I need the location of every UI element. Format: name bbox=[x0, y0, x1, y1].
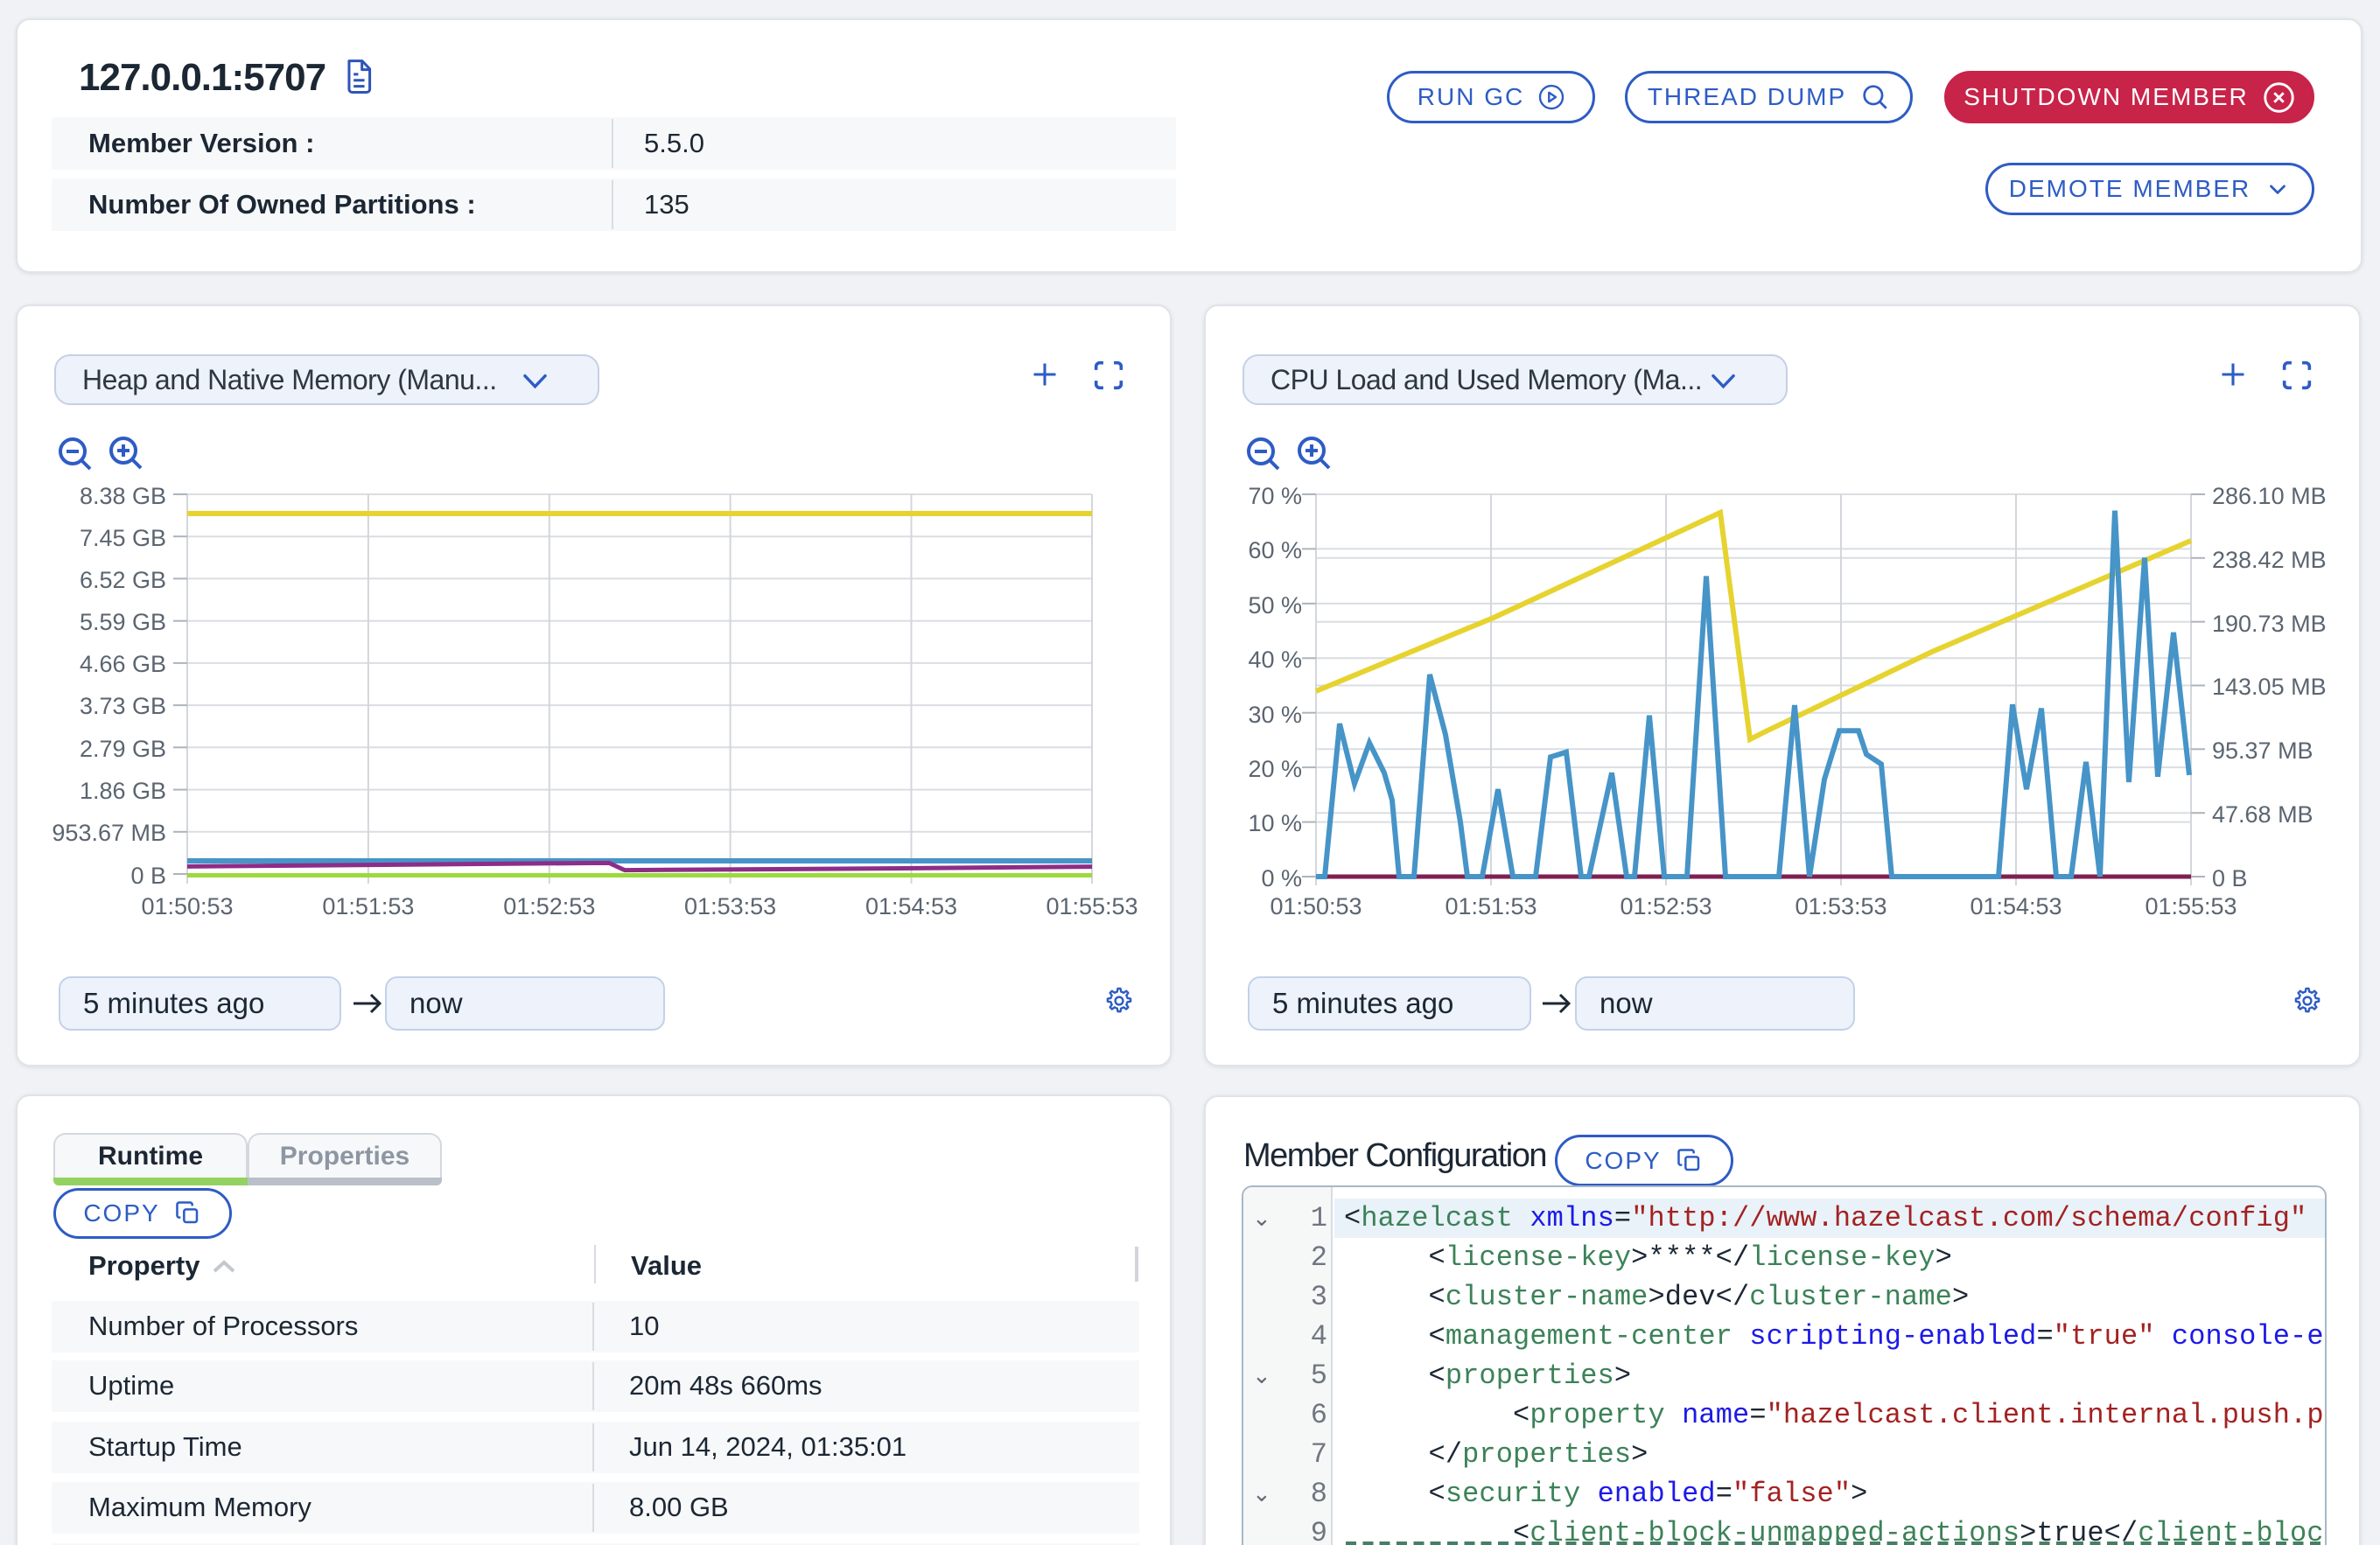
svg-text:1.86 GB: 1.86 GB bbox=[80, 778, 166, 804]
svg-text:7.45 GB: 7.45 GB bbox=[80, 525, 166, 551]
svg-text:4.66 GB: 4.66 GB bbox=[80, 651, 166, 677]
svg-text:10 %: 10 % bbox=[1248, 810, 1302, 836]
svg-text:01:53:53: 01:53:53 bbox=[684, 893, 776, 919]
svg-text:01:50:53: 01:50:53 bbox=[1270, 893, 1362, 919]
svg-text:40 %: 40 % bbox=[1248, 647, 1302, 673]
svg-text:01:55:53: 01:55:53 bbox=[1046, 893, 1138, 919]
svg-text:6.52 GB: 6.52 GB bbox=[80, 567, 166, 593]
svg-text:95.37 MB: 95.37 MB bbox=[2212, 738, 2314, 764]
svg-text:2.79 GB: 2.79 GB bbox=[80, 736, 166, 762]
svg-text:8.38 GB: 8.38 GB bbox=[80, 483, 166, 509]
svg-text:01:51:53: 01:51:53 bbox=[1445, 893, 1536, 919]
svg-text:50 %: 50 % bbox=[1248, 592, 1302, 619]
svg-text:01:53:53: 01:53:53 bbox=[1795, 893, 1886, 919]
svg-text:5.59 GB: 5.59 GB bbox=[80, 609, 166, 635]
svg-text:60 %: 60 % bbox=[1248, 537, 1302, 563]
svg-text:70 %: 70 % bbox=[1248, 483, 1302, 509]
svg-text:143.05 MB: 143.05 MB bbox=[2212, 674, 2327, 700]
svg-text:20 %: 20 % bbox=[1248, 756, 1302, 782]
svg-text:3.73 GB: 3.73 GB bbox=[80, 693, 166, 719]
svg-text:30 %: 30 % bbox=[1248, 702, 1302, 728]
svg-text:953.67 MB: 953.67 MB bbox=[52, 820, 166, 846]
svg-text:01:54:53: 01:54:53 bbox=[1970, 893, 2062, 919]
svg-text:0 B: 0 B bbox=[130, 863, 166, 889]
svg-text:190.73 MB: 190.73 MB bbox=[2212, 611, 2327, 637]
svg-text:47.68 MB: 47.68 MB bbox=[2212, 801, 2314, 828]
svg-text:286.10 MB: 286.10 MB bbox=[2212, 483, 2327, 509]
svg-text:0 %: 0 % bbox=[1261, 865, 1302, 891]
svg-text:01:55:53: 01:55:53 bbox=[2145, 893, 2236, 919]
svg-text:01:50:53: 01:50:53 bbox=[141, 893, 233, 919]
svg-text:0 B: 0 B bbox=[2212, 865, 2248, 891]
svg-text:01:54:53: 01:54:53 bbox=[865, 893, 957, 919]
svg-text:238.42 MB: 238.42 MB bbox=[2212, 547, 2327, 573]
svg-text:01:51:53: 01:51:53 bbox=[322, 893, 414, 919]
svg-text:01:52:53: 01:52:53 bbox=[1620, 893, 1712, 919]
svg-text:01:52:53: 01:52:53 bbox=[503, 893, 595, 919]
